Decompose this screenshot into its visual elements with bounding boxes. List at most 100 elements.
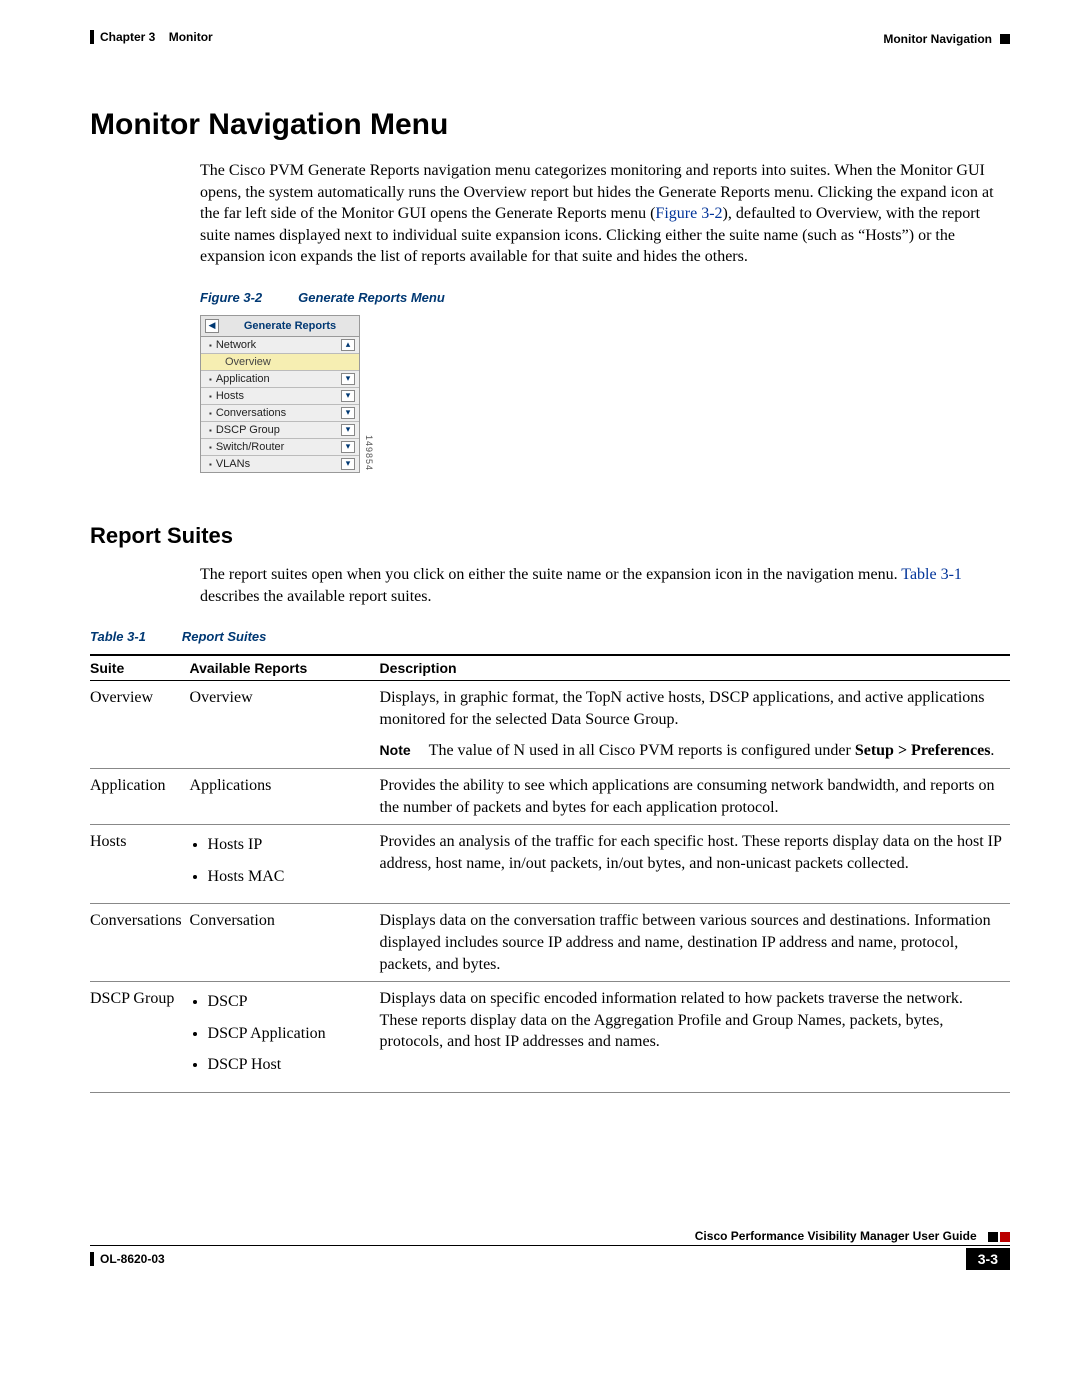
header-marker-icon xyxy=(1000,34,1010,44)
note-text: The value of N used in all Cisco PVM rep… xyxy=(429,742,855,759)
col-reports: Available Reports xyxy=(190,655,380,681)
note-bold: Setup > Preferences xyxy=(855,742,991,759)
expand-down-icon[interactable]: ▾ xyxy=(341,390,355,402)
bullet-icon: ▪ xyxy=(209,426,212,435)
header-left: Chapter 3 Monitor xyxy=(90,30,213,44)
menu-title-text: Generate Reports xyxy=(225,320,355,332)
menu-label: Application xyxy=(216,373,270,385)
cell-reports: DSCP DSCP Application DSCP Host xyxy=(190,982,380,1093)
menu-item-dscp-group[interactable]: ▪ DSCP Group ▾ xyxy=(201,422,359,439)
menu-label: Switch/Router xyxy=(216,441,284,453)
cell-description: Provides the ability to see which applic… xyxy=(380,768,1010,824)
menu-item-conversations[interactable]: ▪ Conversations ▾ xyxy=(201,405,359,422)
menu-item-network[interactable]: ▪ Network ▴ xyxy=(201,337,359,354)
bullet-icon: ▪ xyxy=(209,341,212,350)
figure-label: Figure 3-2 xyxy=(200,290,262,305)
table-title: Report Suites xyxy=(182,629,267,644)
cell-description: Displays data on the conversation traffi… xyxy=(380,904,1010,982)
menu-label: Conversations xyxy=(216,407,286,419)
subsection-heading: Report Suites xyxy=(90,523,1010,549)
menu-title-bar: ◀ Generate Reports xyxy=(201,316,359,337)
footer-marker-icon xyxy=(988,1232,998,1242)
cell-suite: DSCP Group xyxy=(90,982,190,1093)
list-item: DSCP Application xyxy=(208,1023,372,1045)
table-label: Table 3-1 xyxy=(90,629,146,644)
menu-panel: ◀ Generate Reports ▪ Network ▴ Overview ▪… xyxy=(200,315,360,473)
generate-reports-menu-figure: ◀ Generate Reports ▪ Network ▴ Overview ▪… xyxy=(200,315,1010,473)
cell-suite: Overview xyxy=(90,681,190,769)
suites-intro-paragraph: The report suites open when you click on… xyxy=(200,564,1010,607)
expand-down-icon[interactable]: ▾ xyxy=(341,373,355,385)
menu-sub-overview[interactable]: Overview xyxy=(201,354,359,371)
running-header: Chapter 3 Monitor Monitor Navigation xyxy=(90,30,1010,48)
menu-item-vlans[interactable]: ▪ VLANs ▾ xyxy=(201,456,359,472)
expand-down-icon[interactable]: ▾ xyxy=(341,424,355,436)
reports-list: DSCP DSCP Application DSCP Host xyxy=(190,991,372,1076)
cell-reports: Conversation xyxy=(190,904,380,982)
list-item: Hosts MAC xyxy=(208,866,372,888)
guide-title: Cisco Performance Visibility Manager Use… xyxy=(695,1229,977,1243)
table-row: DSCP Group DSCP DSCP Application DSCP Ho… xyxy=(90,982,1010,1093)
desc-text: Displays, in graphic format, the TopN ac… xyxy=(380,689,985,728)
bullet-icon: ▪ xyxy=(209,375,212,384)
table-row: Application Applications Provides the ab… xyxy=(90,768,1010,824)
chapter-title: Monitor xyxy=(169,30,213,44)
figure-id-number: 149854 xyxy=(364,435,374,471)
cell-reports: Applications xyxy=(190,768,380,824)
list-item: Hosts IP xyxy=(208,834,372,856)
collapse-up-icon[interactable]: ▴ xyxy=(341,339,355,351)
bullet-icon: ▪ xyxy=(209,443,212,452)
cell-description: Displays, in graphic format, the TopN ac… xyxy=(380,681,1010,769)
bullet-icon: ▪ xyxy=(209,392,212,401)
cell-suite: Conversations xyxy=(90,904,190,982)
figure-caption: Figure 3-2 Generate Reports Menu xyxy=(200,290,1010,305)
collapse-left-icon[interactable]: ◀ xyxy=(205,319,219,333)
menu-label: DSCP Group xyxy=(216,424,280,436)
cell-suite: Hosts xyxy=(90,825,190,904)
menu-item-hosts[interactable]: ▪ Hosts ▾ xyxy=(201,388,359,405)
header-right: Monitor Navigation xyxy=(883,30,1010,48)
expand-down-icon[interactable]: ▾ xyxy=(341,441,355,453)
reports-list: Hosts IP Hosts MAC xyxy=(190,834,372,887)
cell-suite: Application xyxy=(90,768,190,824)
expand-down-icon[interactable]: ▾ xyxy=(341,407,355,419)
section-name: Monitor Navigation xyxy=(883,30,992,48)
intro-paragraph: The Cisco PVM Generate Reports navigatio… xyxy=(200,160,1010,268)
list-item: DSCP xyxy=(208,991,372,1013)
footer-marker-icon xyxy=(1000,1232,1010,1242)
menu-item-switch-router[interactable]: ▪ Switch/Router ▾ xyxy=(201,439,359,456)
cell-reports: Hosts IP Hosts MAC xyxy=(190,825,380,904)
menu-label: Hosts xyxy=(216,390,244,402)
expand-down-icon[interactable]: ▾ xyxy=(341,458,355,470)
page-number: 3-3 xyxy=(966,1248,1010,1270)
table-row: Overview Overview Displays, in graphic f… xyxy=(90,681,1010,769)
footer-guide-line: Cisco Performance Visibility Manager Use… xyxy=(90,1229,1010,1246)
report-suites-table: Suite Available Reports Description Over… xyxy=(90,654,1010,1093)
figure-title: Generate Reports Menu xyxy=(298,290,445,305)
figure-ref-link[interactable]: Figure 3-2 xyxy=(655,205,722,222)
table-caption: Table 3-1 Report Suites xyxy=(90,629,1010,644)
table-row: Hosts Hosts IP Hosts MAC Provides an ana… xyxy=(90,825,1010,904)
col-description: Description xyxy=(380,655,1010,681)
note-tail: . xyxy=(990,742,994,759)
note-label: Note xyxy=(380,742,411,758)
cell-description: Provides an analysis of the traffic for … xyxy=(380,825,1010,904)
bullet-icon: ▪ xyxy=(209,460,212,469)
bullet-icon: ▪ xyxy=(209,409,212,418)
menu-label: Network xyxy=(216,339,256,351)
menu-item-application[interactable]: ▪ Application ▾ xyxy=(201,371,359,388)
page-footer: Cisco Performance Visibility Manager Use… xyxy=(90,1229,1010,1270)
section-heading: Monitor Navigation Menu xyxy=(90,108,1010,142)
table-ref-link[interactable]: Table 3-1 xyxy=(901,566,962,583)
menu-label: VLANs xyxy=(216,458,250,470)
note-block: Note The value of N used in all Cisco PV… xyxy=(380,740,1002,762)
doc-number: OL-8620-03 xyxy=(90,1252,165,1266)
table-header-row: Suite Available Reports Description xyxy=(90,655,1010,681)
suites-intro-a: The report suites open when you click on… xyxy=(200,566,901,583)
suites-intro-b: describes the available report suites. xyxy=(200,588,431,605)
list-item: DSCP Host xyxy=(208,1054,372,1076)
cell-reports: Overview xyxy=(190,681,380,769)
chapter-number: Chapter 3 xyxy=(100,30,155,44)
col-suite: Suite xyxy=(90,655,190,681)
table-row: Conversations Conversation Displays data… xyxy=(90,904,1010,982)
